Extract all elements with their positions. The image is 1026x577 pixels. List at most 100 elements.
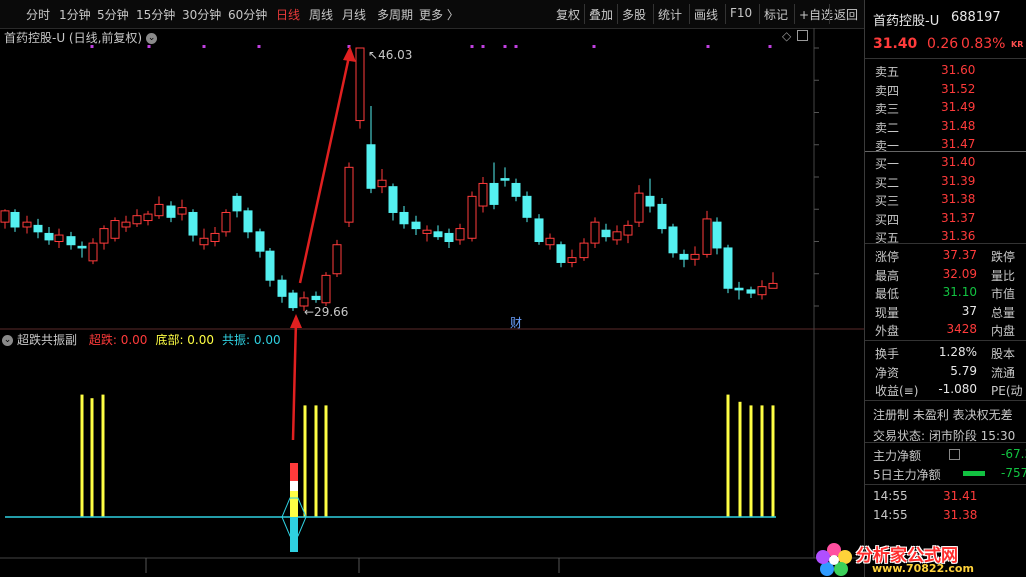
order-level-label: 卖二 [875, 120, 900, 135]
candle [545, 233, 555, 250]
toolbar-action-0[interactable]: 复权 [556, 6, 580, 23]
candle-body [288, 292, 298, 309]
diamond-icon[interactable]: ◇ [782, 29, 791, 43]
candle-body [545, 237, 555, 246]
candle-body [679, 253, 689, 260]
signal-dot [202, 45, 206, 48]
toolbar-period-1[interactable]: 1分钟 [59, 6, 91, 23]
low-price-label: ←29.66 [304, 305, 349, 319]
candle-body [690, 253, 700, 260]
candle-body [54, 234, 64, 243]
candle [433, 225, 443, 240]
candle [311, 291, 321, 303]
indicator-bar [314, 405, 318, 517]
resonance-signal [281, 463, 307, 552]
candle [467, 191, 477, 242]
toolbar-action-7[interactable]: +自选 [799, 6, 833, 23]
toolbar-action-6[interactable]: 标记 [764, 6, 788, 23]
indicator-title-row: ⌄ 超跌共振副 超跌: 0.00 底部: 0.00 共振: 0.00 [2, 331, 281, 348]
quote-stat-row: 外盘 3428 内盘 [865, 321, 1026, 339]
quote-stat-label-right: 跌停 [991, 250, 1016, 264]
candle [177, 199, 187, 221]
candle-body [221, 211, 231, 233]
candle [702, 210, 712, 258]
indicator-bar [749, 405, 753, 517]
candle [489, 162, 499, 210]
quote-stat-label: 收益(≡) [875, 384, 919, 399]
quote-stat-label: 现量 [875, 305, 900, 320]
candle [22, 215, 32, 234]
toolbar-period-0[interactable]: 分时 [26, 6, 50, 23]
candle [690, 246, 700, 266]
toolbar-period-7[interactable]: 周线 [309, 6, 333, 23]
toolbar-period-6[interactable]: 日线 [276, 6, 300, 23]
signal-dot [514, 45, 518, 48]
toolbar-period-8[interactable]: 月线 [342, 6, 366, 23]
toolbar-action-2[interactable]: 多股 [622, 6, 646, 23]
order-level-price: 31.40 [941, 155, 976, 169]
candle-body [377, 179, 387, 188]
indicator-legend-value: 0.00 [183, 333, 215, 347]
toolbar-action-3[interactable]: 统计 [658, 6, 682, 23]
candle [612, 225, 622, 245]
candle-body [366, 144, 376, 189]
quote-stat-label: 涨停 [875, 250, 900, 264]
quote-stat-row: 涨停 37.37 跌停 [865, 247, 1026, 265]
candle-body [399, 211, 409, 225]
candle-body [388, 186, 398, 213]
toolbar-separator [725, 4, 726, 24]
toolbar-period-9[interactable]: 多周期 [377, 6, 413, 23]
toolbar-action-5[interactable]: F10 [730, 6, 752, 20]
toolbar-period-3[interactable]: 15分钟 [136, 6, 175, 23]
quote-header: 首药控股-U 688197 [865, 9, 1026, 29]
quote-stat-row: 换手 1.28% 股本 [865, 344, 1026, 362]
order-level-price: 31.60 [941, 63, 976, 77]
candle [444, 228, 454, 248]
candle [210, 226, 220, 247]
candle-body [601, 229, 611, 238]
chevron-down-icon[interactable]: ⌄ [146, 33, 158, 44]
candle-body [199, 237, 209, 246]
toolbar-period-5[interactable]: 60分钟 [228, 6, 267, 23]
asks-row: 卖二 31.48 [865, 118, 1026, 136]
list-icon[interactable] [949, 449, 960, 460]
candle [590, 217, 600, 248]
indicator-legend-item: 超跌: 0.00 [89, 333, 148, 347]
candle [265, 247, 275, 287]
candle [645, 178, 655, 213]
candle [579, 238, 589, 261]
toolbar-action-8[interactable]: 返回 [834, 6, 858, 23]
money-flow-label: 主力净额 [873, 449, 922, 463]
tick-row: 14:55 31.41 [865, 488, 1026, 506]
candle [768, 272, 778, 289]
toolbar-period-4[interactable]: 30分钟 [182, 6, 221, 23]
indicator-bar [738, 401, 742, 517]
toolbar-period-2[interactable]: 5分钟 [97, 6, 129, 23]
toolbar-action-4[interactable]: 画线 [694, 6, 718, 23]
money-flow-row: 主力净额 -67.3 [865, 446, 1026, 464]
chevron-down-icon[interactable]: ⌄ [2, 335, 13, 346]
financial-report-marker[interactable]: 财 [510, 314, 522, 331]
candle [411, 215, 421, 236]
indicator-name: 超跌共振副 [17, 333, 78, 347]
candle-body [88, 242, 98, 262]
price-row: 31.40 0.26 0.83% KR [865, 35, 1026, 53]
candle-body [311, 295, 321, 301]
chart-canvas[interactable] [0, 28, 864, 577]
candle-body [567, 257, 577, 263]
quote-stat-label-right: 内盘 [991, 324, 1016, 339]
toolbar-separator [759, 4, 760, 24]
candle [88, 238, 98, 265]
toolbar-action-1[interactable]: 叠加 [589, 6, 613, 23]
candle [355, 47, 365, 129]
signal-cyan [290, 517, 298, 552]
chart-title-row: 首药控股-U (日线,前复权) ⌄ [4, 29, 158, 46]
order-level-label: 卖五 [875, 65, 900, 79]
candle [232, 193, 242, 218]
candle-body [702, 218, 712, 255]
candle [99, 225, 109, 250]
toolbar-period-10[interactable]: 更多 〉 [419, 6, 459, 23]
candle-body [645, 195, 655, 207]
maximize-icon[interactable] [797, 30, 808, 41]
signal-dot [503, 45, 507, 48]
